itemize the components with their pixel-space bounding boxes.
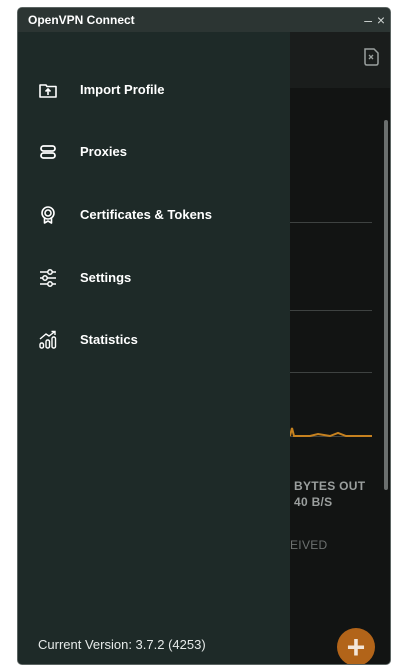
graph-gridline [290, 372, 372, 373]
bytes-out-stat: BYTES OUT 40 B/S [294, 478, 365, 510]
menu-item-label: Statistics [80, 332, 138, 347]
certificate-icon [41, 206, 55, 224]
import-icon [39, 84, 57, 98]
menu-item-import-profile[interactable]: Import Profile [18, 68, 290, 112]
menu-item-settings[interactable]: Settings [18, 256, 290, 300]
menu-item-proxies[interactable]: Proxies [18, 130, 290, 174]
settings-sliders-icon [40, 269, 56, 287]
title-bar: OpenVPN Connect – × [18, 8, 390, 32]
graph-gridline [290, 310, 372, 311]
main-content-dimmed: BYTES OUT 40 B/S EIVED + [290, 32, 390, 664]
log-icon[interactable] [362, 47, 380, 67]
bytes-received-label: EIVED [290, 538, 328, 552]
main-header [290, 32, 390, 88]
app-window: OpenVPN Connect – × BYTES OUT 40 B/S EIV… [18, 8, 390, 664]
window-title: OpenVPN Connect [28, 13, 135, 27]
menu-item-certificates[interactable]: Certificates & Tokens [18, 193, 290, 237]
navigation-drawer: Import Profile Proxies Certificates & To… [18, 32, 290, 664]
traffic-graph-line [290, 427, 372, 438]
bytes-out-label: BYTES OUT [294, 479, 366, 493]
bytes-out-value: 40 B/S [294, 495, 333, 509]
close-button[interactable]: × [377, 8, 385, 32]
scrollbar[interactable] [384, 120, 388, 490]
menu-item-label: Import Profile [80, 82, 165, 97]
menu-item-label: Certificates & Tokens [80, 207, 212, 222]
graph-gridline [290, 222, 372, 223]
add-profile-button[interactable]: + [337, 628, 375, 664]
menu-item-label: Proxies [80, 144, 127, 159]
statistics-icon [39, 330, 57, 349]
menu-item-statistics[interactable]: Statistics [18, 318, 290, 362]
proxies-icon [40, 145, 56, 159]
minimize-button[interactable]: – [364, 8, 372, 32]
version-text: Current Version: 3.7.2 (4253) [38, 637, 206, 652]
menu-item-label: Settings [80, 270, 132, 285]
